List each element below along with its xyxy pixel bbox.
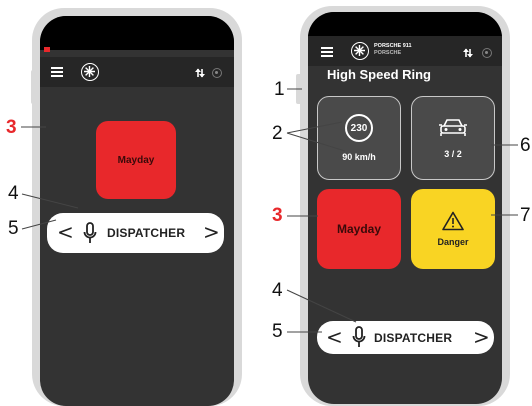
mayday-label: Mayday: [117, 154, 155, 166]
logo-icon: [81, 63, 99, 81]
right-phone-screen: PORSCHE 911 PORSCHE High Speed Ring 230 …: [308, 12, 502, 404]
mayday-label: Mayday: [336, 222, 382, 236]
callout-5-right: 5: [272, 321, 283, 342]
mayday-button[interactable]: Mayday: [317, 189, 401, 269]
brand-line-1: PORSCHE 911: [374, 43, 412, 49]
microphone-icon: [83, 222, 97, 243]
dispatcher-bar[interactable]: < DISPATCHER >: [317, 321, 494, 354]
right-side-button: [296, 74, 302, 104]
callout-3-left: 3: [6, 117, 17, 138]
callout-7: 7: [520, 205, 531, 226]
menu-icon[interactable]: [321, 47, 333, 57]
cars-tile[interactable]: 3 / 2: [411, 96, 495, 180]
left-side-button: [31, 70, 37, 104]
next-chevron-button[interactable]: >: [473, 327, 490, 347]
brand-title: PORSCHE 911 PORSCHE: [374, 43, 412, 57]
dispatcher-bar[interactable]: < DISPATCHER >: [47, 213, 224, 253]
left-phone: Mayday < DISPATCHER >: [32, 8, 242, 406]
danger-label: Danger: [437, 237, 469, 247]
logo-icon: [351, 42, 369, 60]
callout-3-right: 3: [272, 205, 283, 226]
radar-icon: [482, 48, 492, 58]
callout-1: 1: [274, 79, 285, 100]
right-phone: PORSCHE 911 PORSCHE High Speed Ring 230 …: [300, 6, 510, 406]
brand-line-2: PORSCHE: [374, 50, 402, 56]
callout-4-right: 4: [272, 280, 283, 301]
car-icon: [439, 119, 467, 136]
speed-tile[interactable]: 230 90 km/h: [317, 96, 401, 180]
callout-4-left: 4: [8, 183, 19, 204]
app-bar: [40, 57, 234, 87]
app-bar: PORSCHE 911 PORSCHE: [308, 36, 502, 66]
warning-icon: [442, 211, 464, 231]
menu-icon[interactable]: [51, 67, 63, 77]
speed-limit-sign: 230: [345, 114, 373, 142]
status-bar: [308, 12, 502, 38]
mayday-button[interactable]: Mayday: [96, 121, 176, 199]
status-indicator: [44, 47, 50, 52]
sort-signal-icon: [195, 68, 205, 78]
callout-6: 6: [520, 135, 531, 156]
cars-count: 3 / 2: [444, 149, 462, 159]
radar-icon: [212, 68, 222, 78]
status-bar: [40, 16, 234, 52]
danger-button[interactable]: Danger: [411, 189, 495, 269]
track-title: High Speed Ring: [327, 67, 431, 82]
dispatcher-label: DISPATCHER: [107, 226, 186, 240]
callout-5-left: 5: [8, 218, 19, 239]
speed-limit-value: 230: [350, 122, 368, 134]
current-speed: 90 km/h: [342, 152, 376, 162]
next-chevron-button[interactable]: >: [203, 222, 220, 242]
left-phone-screen: Mayday < DISPATCHER >: [40, 16, 234, 406]
prev-chevron-button[interactable]: <: [326, 327, 343, 347]
prev-chevron-button[interactable]: <: [57, 222, 74, 242]
sort-signal-icon: [463, 48, 473, 58]
microphone-icon: [352, 326, 366, 347]
callout-2: 2: [272, 123, 283, 144]
dispatcher-label: DISPATCHER: [374, 331, 453, 345]
